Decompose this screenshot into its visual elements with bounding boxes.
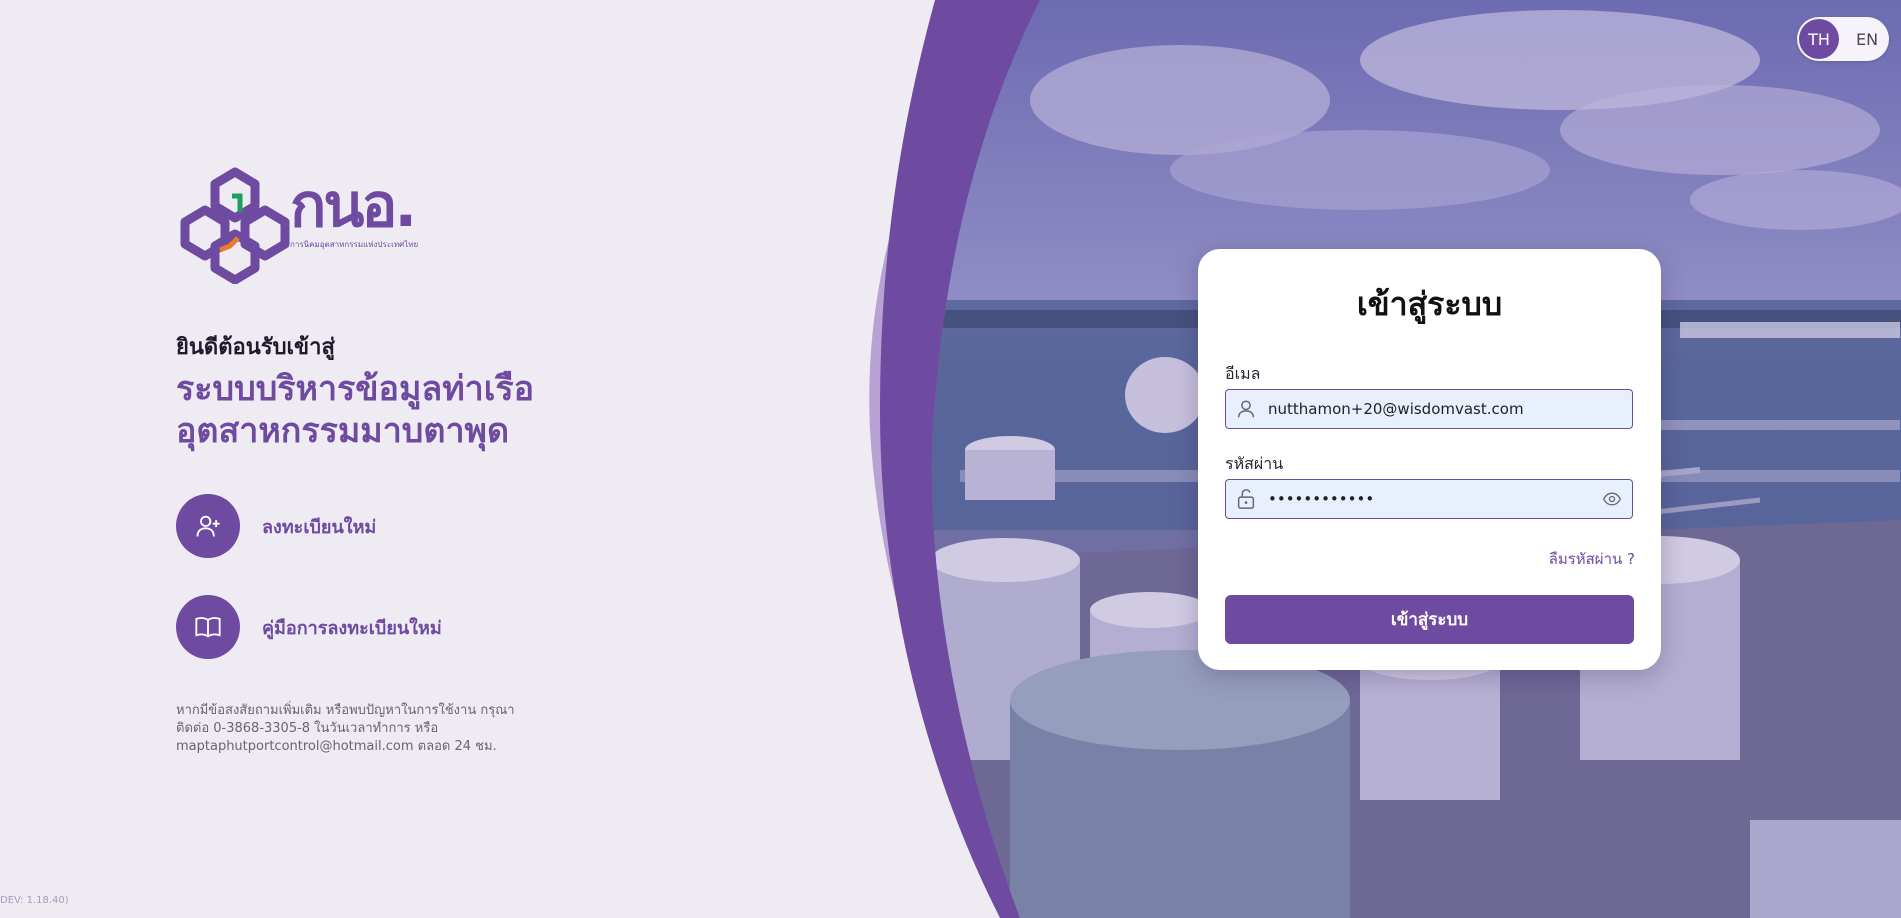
eye-icon[interactable] <box>1592 489 1632 509</box>
manual-icon-circle[interactable] <box>176 595 240 659</box>
register-label[interactable]: ลงทะเบียนใหม่ <box>262 512 376 541</box>
language-en-button[interactable]: EN <box>1847 19 1887 59</box>
user-icon <box>1226 398 1266 420</box>
login-card: เข้าสู่ระบบ อีเมล รหัสผ่าน ลืมรหัส <box>1198 249 1661 670</box>
forgot-password-link[interactable]: ลืมรหัสผ่าน ? <box>1549 547 1635 571</box>
email-input[interactable] <box>1266 390 1632 428</box>
login-button[interactable]: เข้าสู่ระบบ <box>1225 595 1634 644</box>
ieat-logo: กนอ. การนิคมอุตสาหกรรมแห่งประเทศไทย <box>180 166 430 284</box>
logo-emblem-icon <box>180 167 290 284</box>
logo-subtitle: การนิคมอุตสาหกรรมแห่งประเทศไทย <box>290 240 419 249</box>
book-icon <box>195 617 221 638</box>
email-label: อีเมล <box>1225 364 1261 383</box>
contact-info: หากมีข้อสงสัยถามเพิ่มเติม หรือพบปัญหาในก… <box>176 703 515 754</box>
welcome-text: ยินดีต้อนรับเข้าสู่ <box>176 335 335 360</box>
registration-manual-label[interactable]: คู่มือการลงทะเบียนใหม่ <box>262 613 442 642</box>
password-label: รหัสผ่าน <box>1225 454 1284 473</box>
registration-manual-button[interactable]: คู่มือการลงทะเบียนใหม่ <box>176 595 442 659</box>
user-plus-icon <box>196 515 220 537</box>
language-toggle[interactable]: TH EN <box>1797 17 1889 61</box>
email-field[interactable] <box>1225 389 1633 429</box>
login-title: เข้าสู่ระบบ <box>1356 285 1503 323</box>
unlock-icon <box>1226 488 1266 510</box>
logo-wordmark: กนอ. <box>290 171 417 241</box>
password-input[interactable] <box>1266 480 1592 518</box>
system-title: ระบบบริหารข้อมูลท่าเรืออุตสาหกรรมมาบตาพุ… <box>176 369 535 451</box>
register-button[interactable]: ลงทะเบียนใหม่ <box>176 494 376 558</box>
version-label: DEV: 1.18.40) <box>0 895 69 906</box>
register-icon-circle[interactable] <box>176 494 240 558</box>
language-th-button[interactable]: TH <box>1799 19 1839 59</box>
password-field[interactable] <box>1225 479 1633 519</box>
